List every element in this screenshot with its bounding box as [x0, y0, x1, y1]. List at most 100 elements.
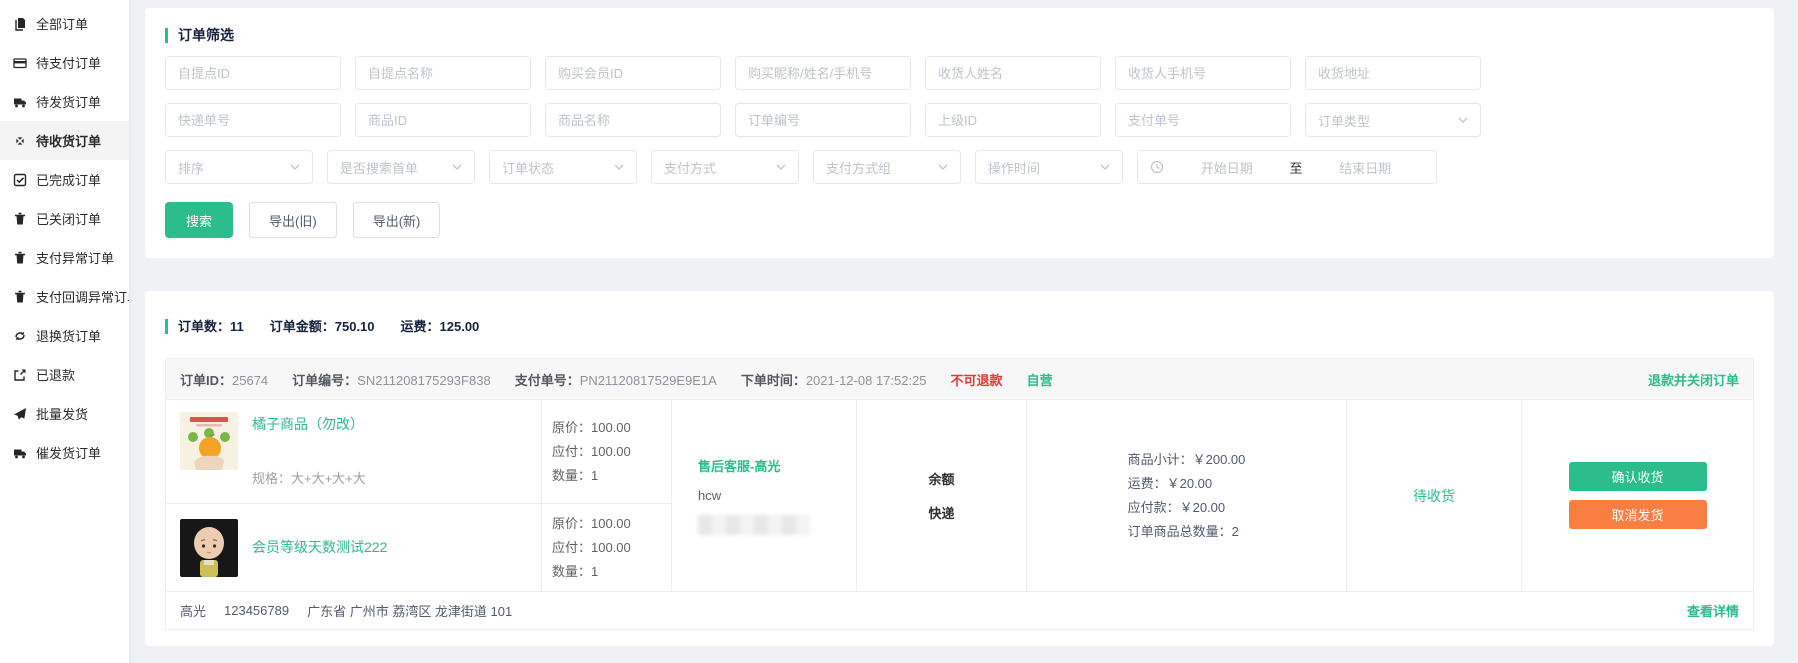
sidebar-item-completed[interactable]: 已完成订单: [0, 160, 129, 199]
order-id-value: 25674: [232, 373, 268, 388]
product-spec: 规格：大+大+大+大: [252, 468, 366, 487]
sidebar-item-label: 已完成订单: [36, 170, 101, 189]
non-refundable-badge: 不可退款: [951, 370, 1003, 389]
order-table: 橘子商品（勿改） 规格：大+大+大+大: [166, 399, 1753, 591]
first-order-select[interactable]: 是否搜索首单: [327, 150, 475, 184]
refund-close-link[interactable]: 退款并关闭订单: [1648, 370, 1739, 389]
view-detail-link[interactable]: 查看详情: [1687, 601, 1739, 620]
sidebar-item-closed[interactable]: 已关闭订单: [0, 199, 129, 238]
truck-icon: [13, 95, 27, 109]
payable-price: 应付：100.00: [552, 537, 671, 558]
product-row-2: 会员等级天数测试222: [166, 503, 541, 591]
sort-select[interactable]: 排序: [165, 150, 313, 184]
product-text: 会员等级天数测试222: [252, 535, 387, 561]
order-sn-input[interactable]: [735, 103, 911, 137]
main-content: 订单筛选 订单类型: [145, 8, 1774, 646]
order-type-select[interactable]: 订单类型: [1305, 103, 1481, 137]
product-name-input[interactable]: [545, 103, 721, 137]
order-summary: 订单数：11 订单金额：750.10 运费：125.00: [165, 319, 1754, 334]
receiver-name-input[interactable]: [925, 56, 1101, 90]
payment-sn-label: 支付单号：: [515, 373, 580, 388]
sidebar-item-pending-receipt[interactable]: 待收货订单: [0, 121, 129, 160]
doll-product-image: [180, 519, 238, 577]
receiver-address-input[interactable]: [1305, 56, 1481, 90]
chevron-down-icon: [452, 164, 462, 170]
order-time-label: 下单时间：: [741, 373, 806, 388]
sidebar-item-payment-callback-error[interactable]: 支付回调异常订单: [0, 277, 129, 316]
collect-arrows-icon: [13, 134, 27, 148]
payment-sn-input[interactable]: [1115, 103, 1291, 137]
pickup-point-id-input[interactable]: [165, 56, 341, 90]
product-column: 橘子商品（勿改） 规格：大+大+大+大: [166, 400, 541, 591]
start-date-input[interactable]: 开始日期: [1168, 158, 1286, 177]
order-card: 订单ID：25674 订单编号：SN211208175293F838 支付单号：…: [165, 358, 1754, 630]
amount-payable: 应付款：￥20.00: [1128, 496, 1246, 520]
sidebar-item-pending-payment[interactable]: 待支付订单: [0, 43, 129, 82]
filter-buttons: 搜索 导出(旧) 导出(新): [165, 202, 1754, 238]
end-date-input[interactable]: 结束日期: [1307, 158, 1425, 177]
search-button[interactable]: 搜索: [165, 202, 233, 238]
filter-row-3: 排序 是否搜索首单 订单状态 支付方式 支付方式组: [165, 150, 1754, 184]
payment-sn-value: PN21120817529E9E1A: [580, 373, 717, 388]
service-column: 售后客服-高光 hcw: [671, 400, 856, 591]
sidebar-item-all-orders[interactable]: 全部订单: [0, 4, 129, 43]
send-icon: [13, 407, 27, 421]
order-sn-field: 订单编号：SN211208175293F838: [292, 370, 491, 389]
payment-sn-field: 支付单号：PN21120817529E9E1A: [515, 370, 717, 389]
check-square-icon: [13, 173, 27, 187]
filter-panel: 订单筛选 订单类型: [145, 8, 1774, 258]
receiver-phone-input[interactable]: [1115, 56, 1291, 90]
sidebar-item-label: 批量发货: [36, 404, 88, 423]
pay-method-group-select[interactable]: 支付方式组: [813, 150, 961, 184]
sidebar-item-batch-shipment[interactable]: 批量发货: [0, 394, 129, 433]
confirm-receipt-button[interactable]: 确认收货: [1569, 462, 1707, 491]
sidebar-item-label: 已退款: [36, 365, 75, 384]
chevron-down-icon: [776, 164, 786, 170]
receiver-address: 广东省 广州市 荔湾区 龙津街道 101: [307, 601, 512, 620]
pay-method-select[interactable]: 支付方式: [651, 150, 799, 184]
order-time-field: 下单时间：2021-12-08 17:52:25: [741, 370, 927, 389]
sidebar-item-return-exchange[interactable]: 退换货订单: [0, 316, 129, 355]
actions-column: 确认收货 取消发货: [1521, 400, 1753, 591]
parent-id-input[interactable]: [925, 103, 1101, 137]
orders-panel: 订单数：11 订单金额：750.10 运费：125.00 订单ID：25674 …: [145, 291, 1774, 646]
operate-time-select[interactable]: 操作时间: [975, 150, 1123, 184]
sidebar-item-payment-error[interactable]: 支付异常订单: [0, 238, 129, 277]
sidebar-item-refunded[interactable]: 已退款: [0, 355, 129, 394]
export-old-button[interactable]: 导出(旧): [249, 202, 337, 238]
files-icon: [13, 17, 27, 31]
filter-row-2: 订单类型: [165, 103, 1754, 137]
buyer-member-id-input[interactable]: [545, 56, 721, 90]
chevron-down-icon: [614, 164, 624, 170]
select-placeholder: 支付方式组: [826, 158, 891, 177]
trash-icon: [13, 290, 27, 304]
trash-icon: [13, 212, 27, 226]
total-quantity: 订单商品总数量：2: [1128, 520, 1246, 544]
pickup-point-name-input[interactable]: [355, 56, 531, 90]
sidebar-item-urge-shipment[interactable]: 催发货订单: [0, 433, 129, 472]
receiver-phone: 123456789: [224, 603, 289, 618]
sidebar-item-label: 支付异常订单: [36, 248, 114, 267]
order-footer: 高光 123456789 广东省 广州市 荔湾区 龙津街道 101 查看详情: [166, 591, 1753, 629]
product-name-link[interactable]: 会员等级天数测试222: [252, 537, 387, 557]
summary-order-amount: 订单金额：750.10: [270, 319, 375, 334]
date-range-picker[interactable]: 开始日期 至 结束日期: [1137, 150, 1437, 184]
summary-freight: 运费：125.00: [401, 319, 480, 334]
product-id-input[interactable]: [355, 103, 531, 137]
product-name-link[interactable]: 橘子商品（勿改）: [252, 414, 366, 434]
export-new-button[interactable]: 导出(新): [353, 202, 441, 238]
cancel-shipment-button[interactable]: 取消发货: [1569, 500, 1707, 529]
sidebar-item-label: 待支付订单: [36, 53, 101, 72]
receiver-name: 高光: [180, 601, 206, 620]
masked-contact: [698, 515, 810, 535]
buyer-nick-name-phone-input[interactable]: [735, 56, 911, 90]
sidebar-item-pending-shipment[interactable]: 待发货订单: [0, 82, 129, 121]
order-status-select[interactable]: 订单状态: [489, 150, 637, 184]
sidebar: 全部订单 待支付订单 待发货订单 待收货订单 已完成订单 已关闭订单 支付异常订…: [0, 0, 129, 663]
product-image: [180, 519, 238, 577]
select-placeholder: 订单类型: [1318, 111, 1370, 130]
select-placeholder: 订单状态: [502, 158, 554, 177]
select-placeholder: 是否搜索首单: [340, 158, 418, 177]
tracking-number-input[interactable]: [165, 103, 341, 137]
sidebar-item-label: 待收货订单: [36, 131, 101, 150]
